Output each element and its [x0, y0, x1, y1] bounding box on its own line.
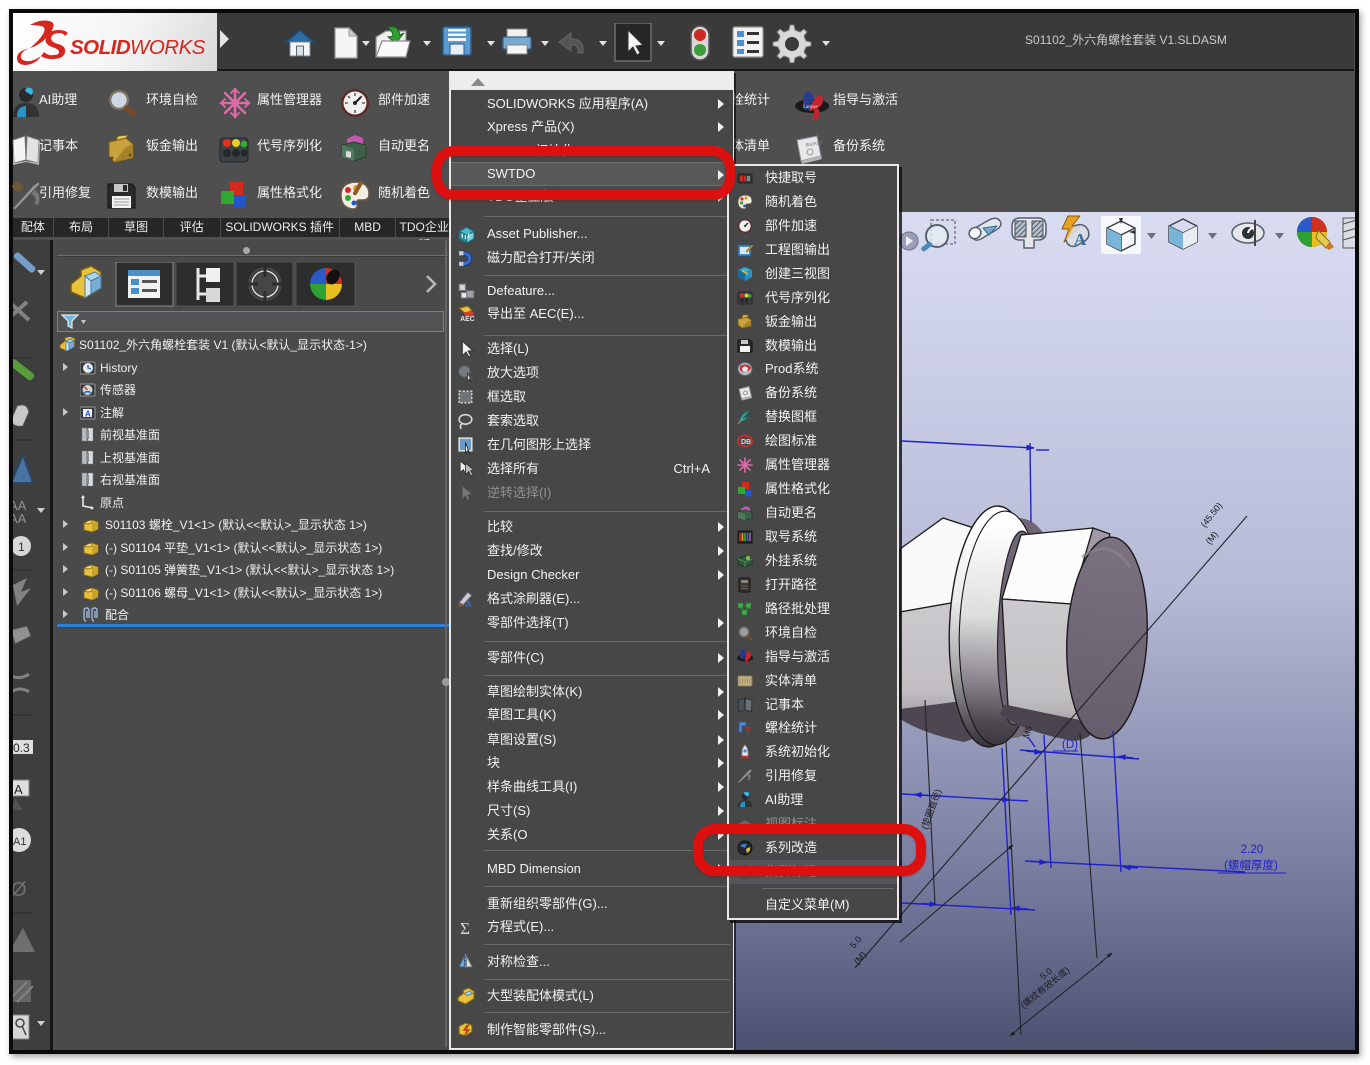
svg-text:2.20: 2.20	[1241, 844, 1263, 856]
svg-text:AEC: AEC	[460, 316, 475, 323]
svg-text:?: ?	[745, 726, 751, 736]
svg-text:A: A	[14, 782, 23, 797]
svg-text:WORKS: WORKS	[130, 36, 206, 59]
svg-text:A1: A1	[13, 836, 26, 848]
svg-text:AA: AA	[13, 511, 27, 526]
svg-text:SOLID: SOLID	[70, 36, 131, 59]
svg-text:A: A	[465, 599, 471, 608]
svg-text:(D): (D)	[1062, 739, 1078, 751]
svg-text:Ø: Ø	[13, 879, 27, 901]
svg-text:A: A	[85, 409, 91, 418]
svg-text:A: A	[1074, 230, 1087, 249]
svg-text:(螺帽厚度): (螺帽厚度)	[1224, 858, 1278, 872]
svg-text:DB: DB	[741, 439, 751, 446]
svg-text:0.3: 0.3	[13, 741, 30, 755]
svg-text:Σ: Σ	[460, 919, 470, 936]
svg-text:1: 1	[18, 540, 25, 554]
